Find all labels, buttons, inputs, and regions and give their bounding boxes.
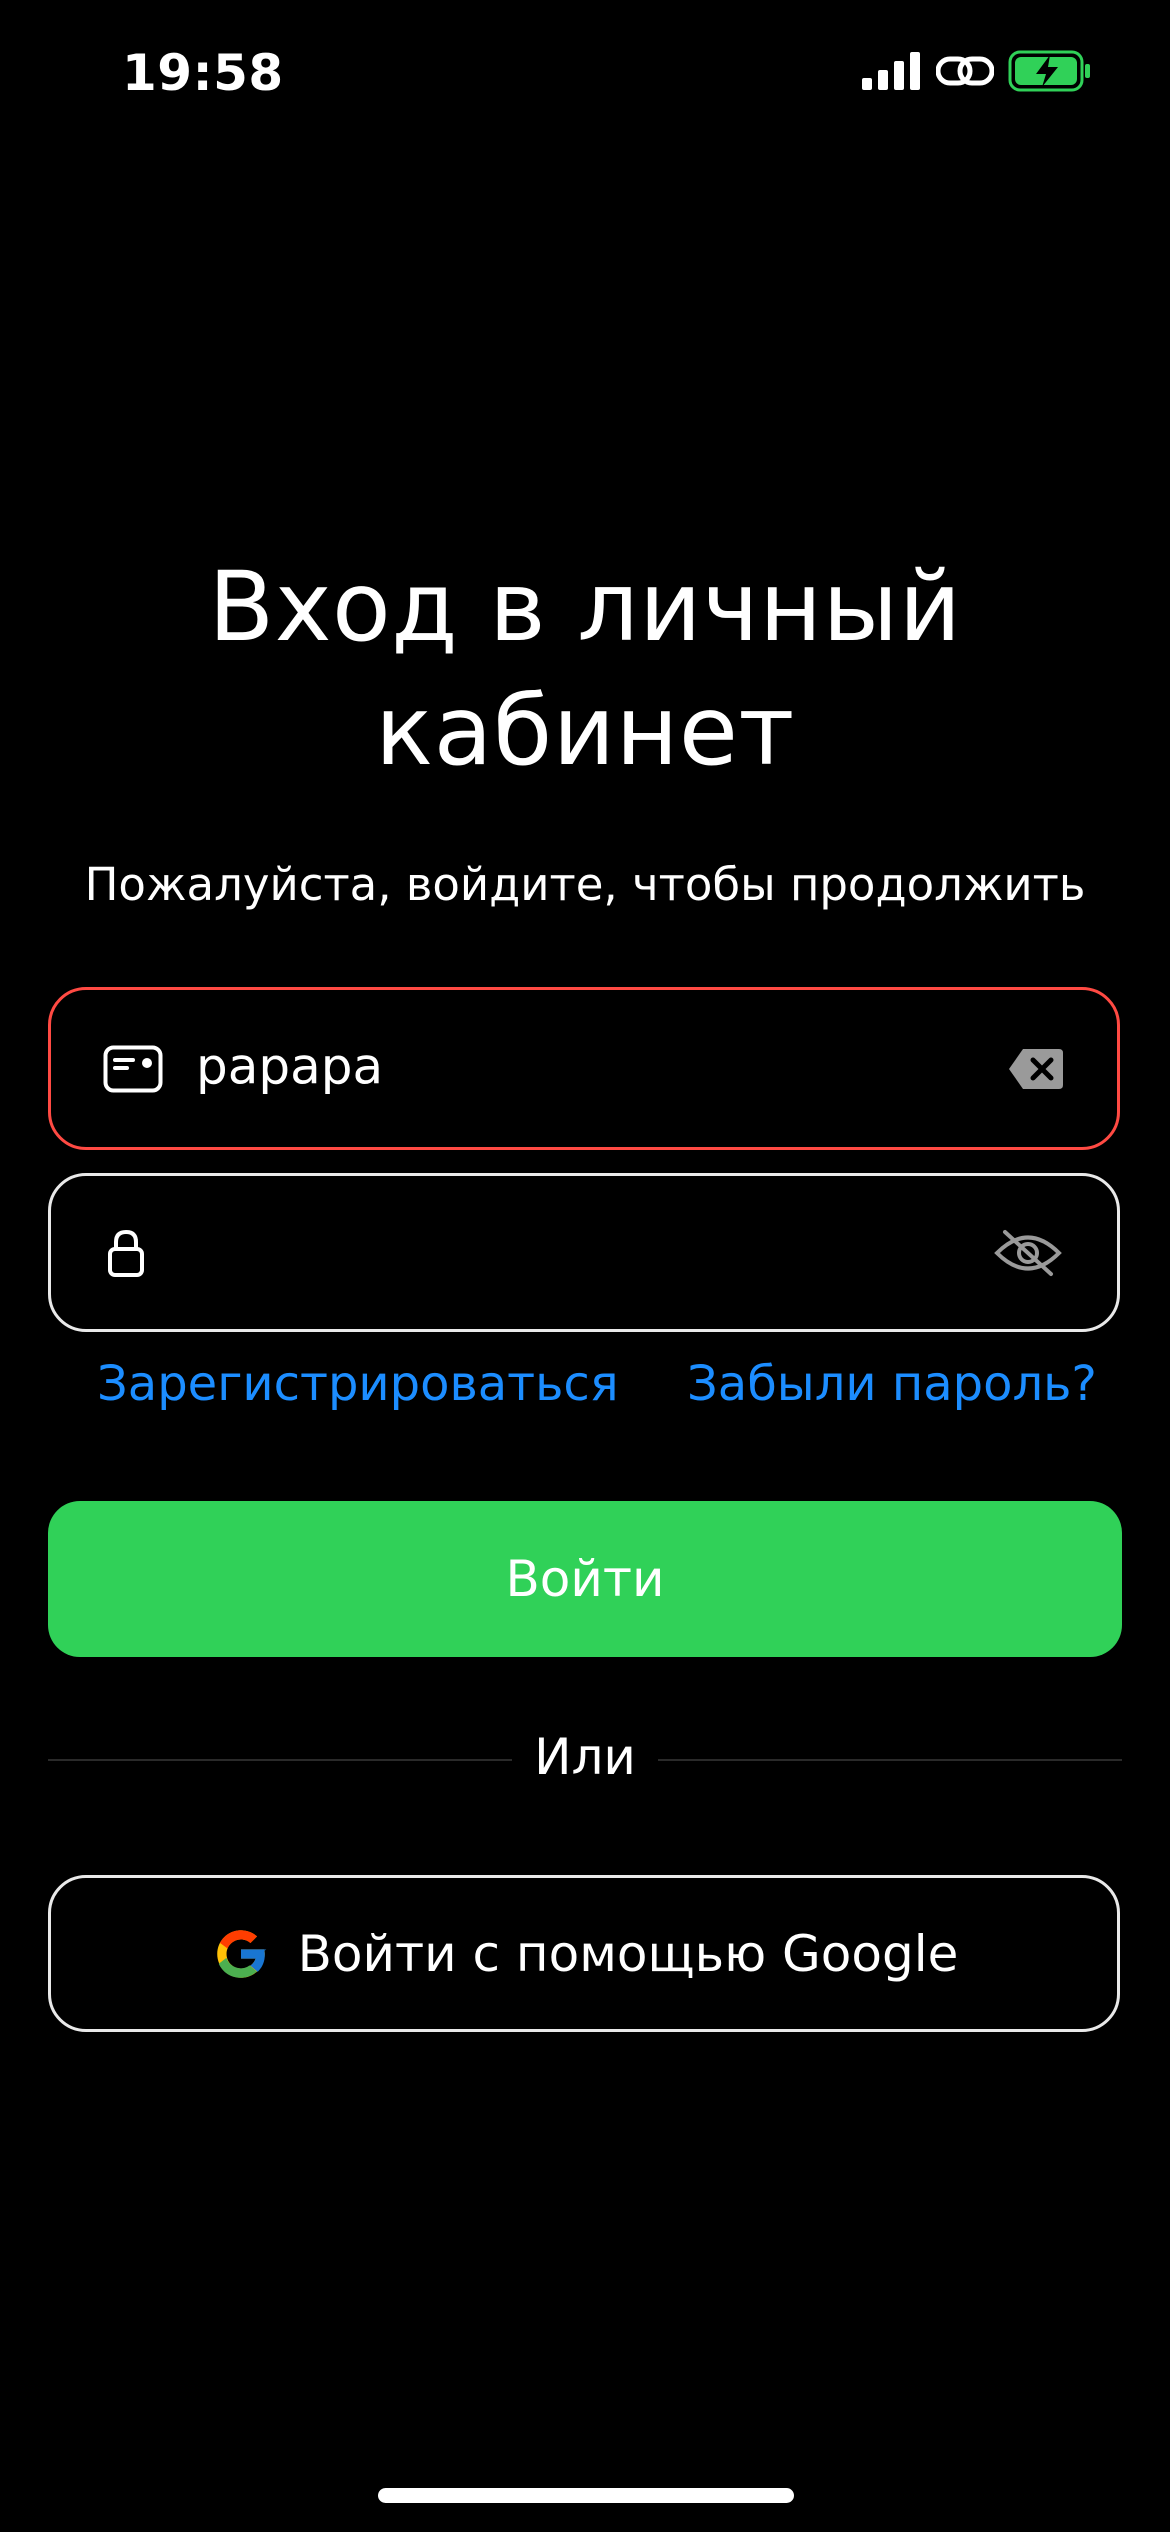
home-indicator[interactable] [378,2488,794,2503]
clear-text-icon[interactable] [1007,1047,1065,1091]
divider-label: Или [534,1728,636,1786]
battery-charging-icon [1008,50,1092,92]
google-login-button[interactable]: Войти с помощью Google [48,1875,1120,2032]
login-field[interactable] [48,987,1120,1150]
login-button[interactable]: Войти [48,1501,1122,1657]
password-input[interactable] [194,1220,1018,1281]
login-input[interactable] [194,1036,1018,1097]
lock-icon [107,1228,145,1278]
page-title-line2: кабинет [375,675,795,787]
google-login-label: Войти с помощью Google [297,1924,959,1983]
link-icon [936,51,994,91]
cellular-signal-icon [862,52,922,90]
register-link[interactable]: Зарегистрироваться [97,1356,619,1412]
id-card-icon [103,1045,163,1093]
status-icons [862,50,1092,92]
page-subtitle: Пожалуйста, войдите, чтобы продолжить [84,858,1086,911]
page-title-line1: Вход в личный [208,551,962,663]
status-time: 19:58 [122,44,284,102]
google-logo-icon [210,1923,272,1985]
page-title: Вход в личный кабинет [0,545,1170,793]
password-field[interactable] [48,1173,1120,1332]
eye-slash-icon[interactable] [993,1228,1063,1278]
forgot-password-link[interactable]: Забыли пароль? [687,1356,1097,1412]
